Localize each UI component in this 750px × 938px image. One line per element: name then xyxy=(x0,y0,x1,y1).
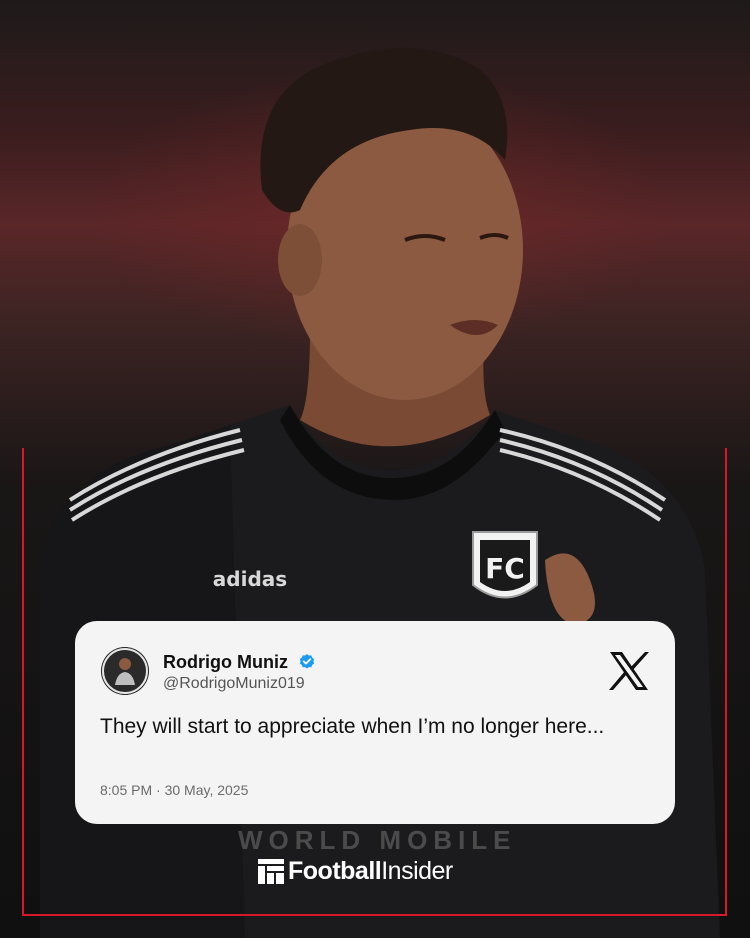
x-logo-icon xyxy=(609,652,649,690)
author-name: Rodrigo Muniz xyxy=(163,652,288,672)
shirt-sponsor: WORLD MOBILE xyxy=(238,825,517,855)
football-insider-mark-icon xyxy=(258,859,284,884)
verified-badge-icon xyxy=(299,654,315,669)
author-handle: @RodrigoMuniz019 xyxy=(163,675,305,692)
tweet-card: Rodrigo Muniz @RodrigoMuniz019 They will… xyxy=(75,621,675,824)
tweet-text: They will start to appreciate when I’m n… xyxy=(100,715,605,738)
brand-name-bold: Football xyxy=(288,856,382,885)
brand-name-regular: Insider xyxy=(381,856,453,885)
post-graphic: FC adidas Rodrigo Muniz @RodrigoMuniz019 xyxy=(0,0,750,938)
avatar xyxy=(101,647,149,695)
brand-logo: Football Insider xyxy=(258,855,453,887)
tweet-timestamp: 8:05 PM · 30 May, 2025 xyxy=(100,782,249,798)
